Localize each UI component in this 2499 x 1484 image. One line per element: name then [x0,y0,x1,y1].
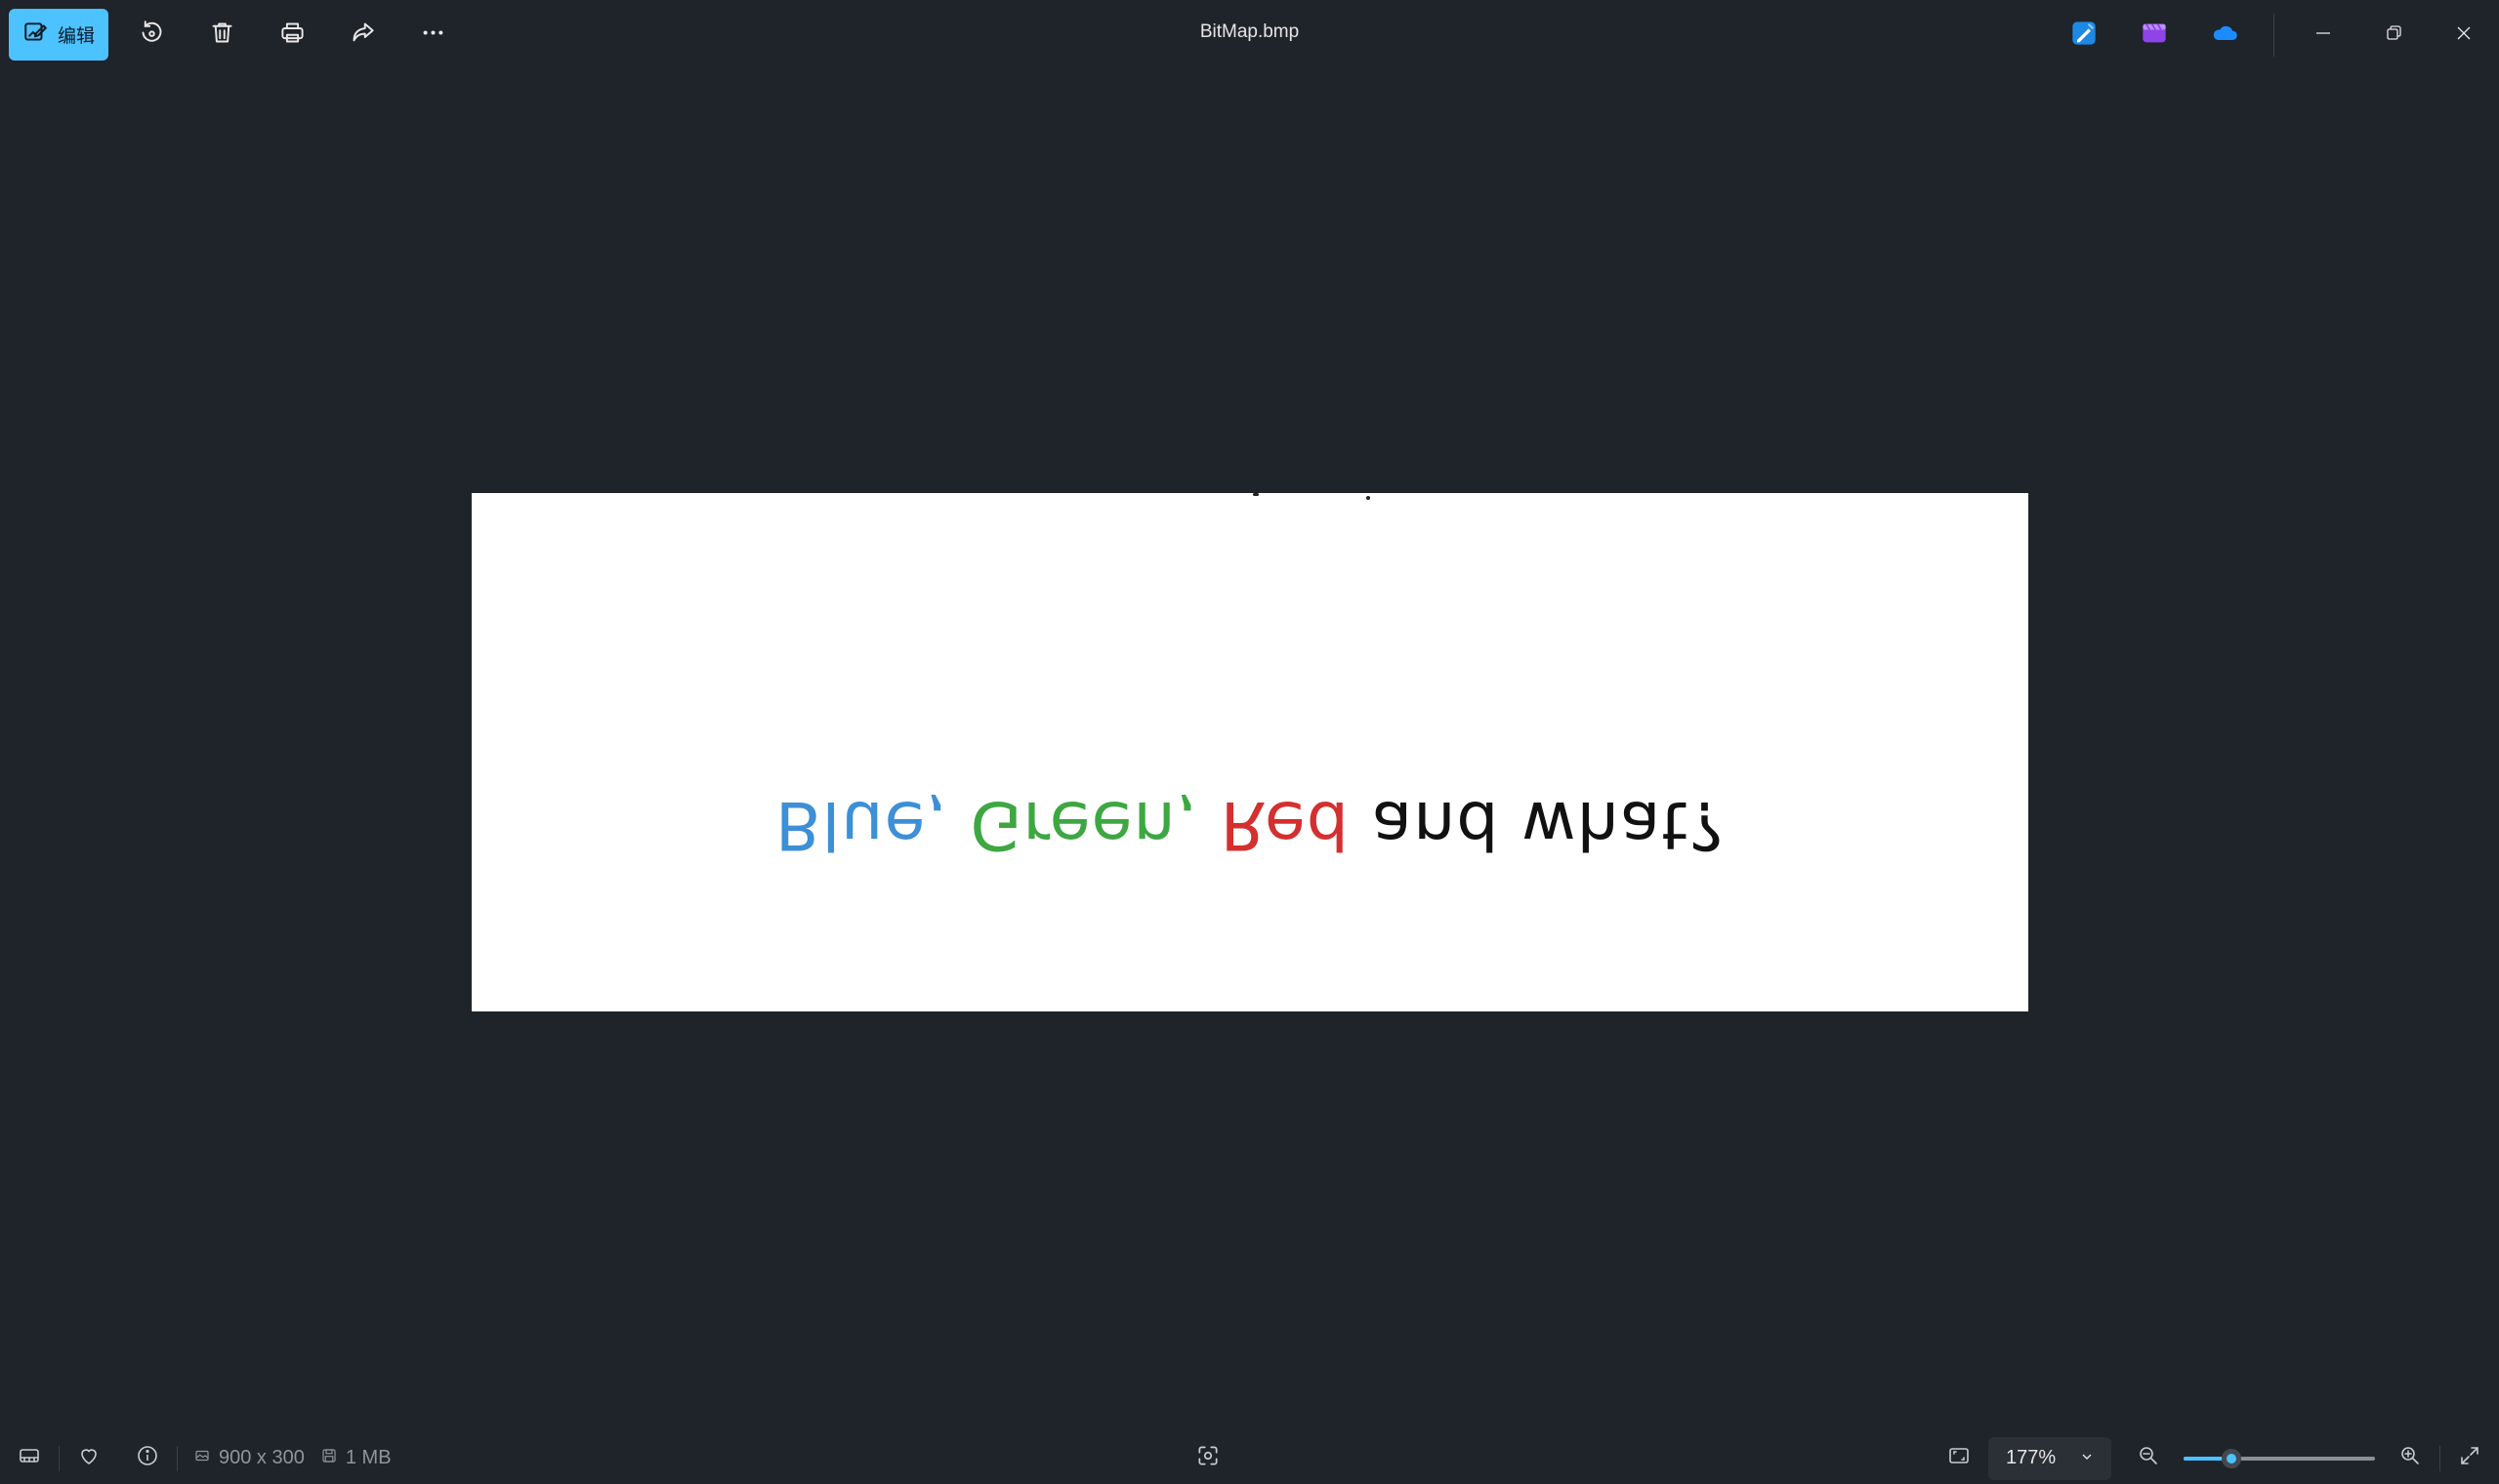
rotate-icon [139,20,165,51]
zoom-slider[interactable] [2184,1448,2375,1468]
status-bar: 900 x 300 1 MB 177% [0,1432,2499,1484]
minimize-button[interactable] [2288,0,2358,70]
filmstrip-toggle-button[interactable] [0,1432,59,1484]
zoom-level-text: 177% [2006,1447,2057,1468]
more-options-button[interactable] [397,9,468,61]
chevron-down-icon [2080,1447,2094,1469]
close-button[interactable] [2429,0,2499,70]
photos-app-window: 编辑 BitMap.bmp Blue, Green, Red and what?… [0,0,2499,1484]
save-disk-icon [320,1447,338,1470]
onedrive-button[interactable] [2189,0,2260,70]
full-screen-button[interactable] [2440,1432,2499,1484]
restore-button[interactable] [2358,0,2429,70]
share-icon [350,20,376,51]
zoom-in-button[interactable] [2381,1432,2439,1484]
zoom-controls: 177% [1930,1432,2499,1484]
minimize-icon [2314,24,2332,47]
restore-icon [2385,24,2402,47]
image-word: Green, [947,786,1199,863]
clipchamp-app-button[interactable] [2119,0,2189,70]
displayed-bitmap-image[interactable]: Blue, Green, Red and what? [472,493,2028,1011]
image-word: Red [1198,786,1350,863]
visual-search-button[interactable] [1179,1432,1237,1484]
image-dimensions: 900 x 300 [193,1447,305,1470]
edit-button-label: 编辑 [57,26,95,47]
file-size-text: 1 MB [345,1447,392,1468]
zoom-out-icon [2137,1444,2160,1473]
zoom-out-button[interactable] [2119,1432,2178,1484]
command-bar: 编辑 [9,9,468,61]
print-button[interactable] [257,9,327,61]
zoom-in-icon [2398,1444,2422,1473]
fit-window-icon [1947,1444,1971,1473]
upside-down-image-text: Blue, Green, Red and what? [472,786,2028,863]
delete-button[interactable] [187,9,257,61]
file-info-button[interactable] [118,1432,177,1484]
title-bar: 编辑 BitMap.bmp [0,0,2499,70]
expand-icon [2458,1444,2481,1473]
image-pixel-dot [1366,496,1370,500]
fit-to-window-button[interactable] [1930,1432,1988,1484]
visual-search-icon [1195,1443,1221,1474]
title-bar-right [2049,0,2499,70]
title-bar-divider [2273,14,2274,57]
clipchamp-icon [2141,20,2168,52]
filmstrip-icon [18,1444,41,1473]
edit-button[interactable]: 编辑 [9,9,108,61]
share-button[interactable] [327,9,397,61]
more-icon [420,20,446,51]
zoom-slider-thumb[interactable] [2221,1448,2241,1468]
print-icon [279,20,306,51]
delete-icon [209,20,235,51]
info-icon [136,1444,159,1473]
zoom-level-dropdown[interactable]: 177% [1988,1436,2111,1480]
image-word: and what? [1349,786,1726,863]
onedrive-cloud-icon [2211,20,2238,52]
image-viewer-canvas[interactable]: Blue, Green, Red and what? [0,70,2499,1432]
status-divider [177,1445,178,1471]
file-size: 1 MB [320,1447,392,1470]
image-word: Blue, [774,786,948,863]
designer-app-button[interactable] [2049,0,2119,70]
dimensions-text: 900 x 300 [219,1447,305,1468]
close-icon [2455,24,2473,47]
image-pixel-dot [1253,493,1259,496]
dimensions-icon [193,1447,211,1470]
designer-icon [2070,20,2098,52]
rotate-button[interactable] [116,9,187,61]
edit-image-icon [22,20,48,51]
favorite-button[interactable] [60,1432,118,1484]
heart-icon [77,1444,101,1473]
